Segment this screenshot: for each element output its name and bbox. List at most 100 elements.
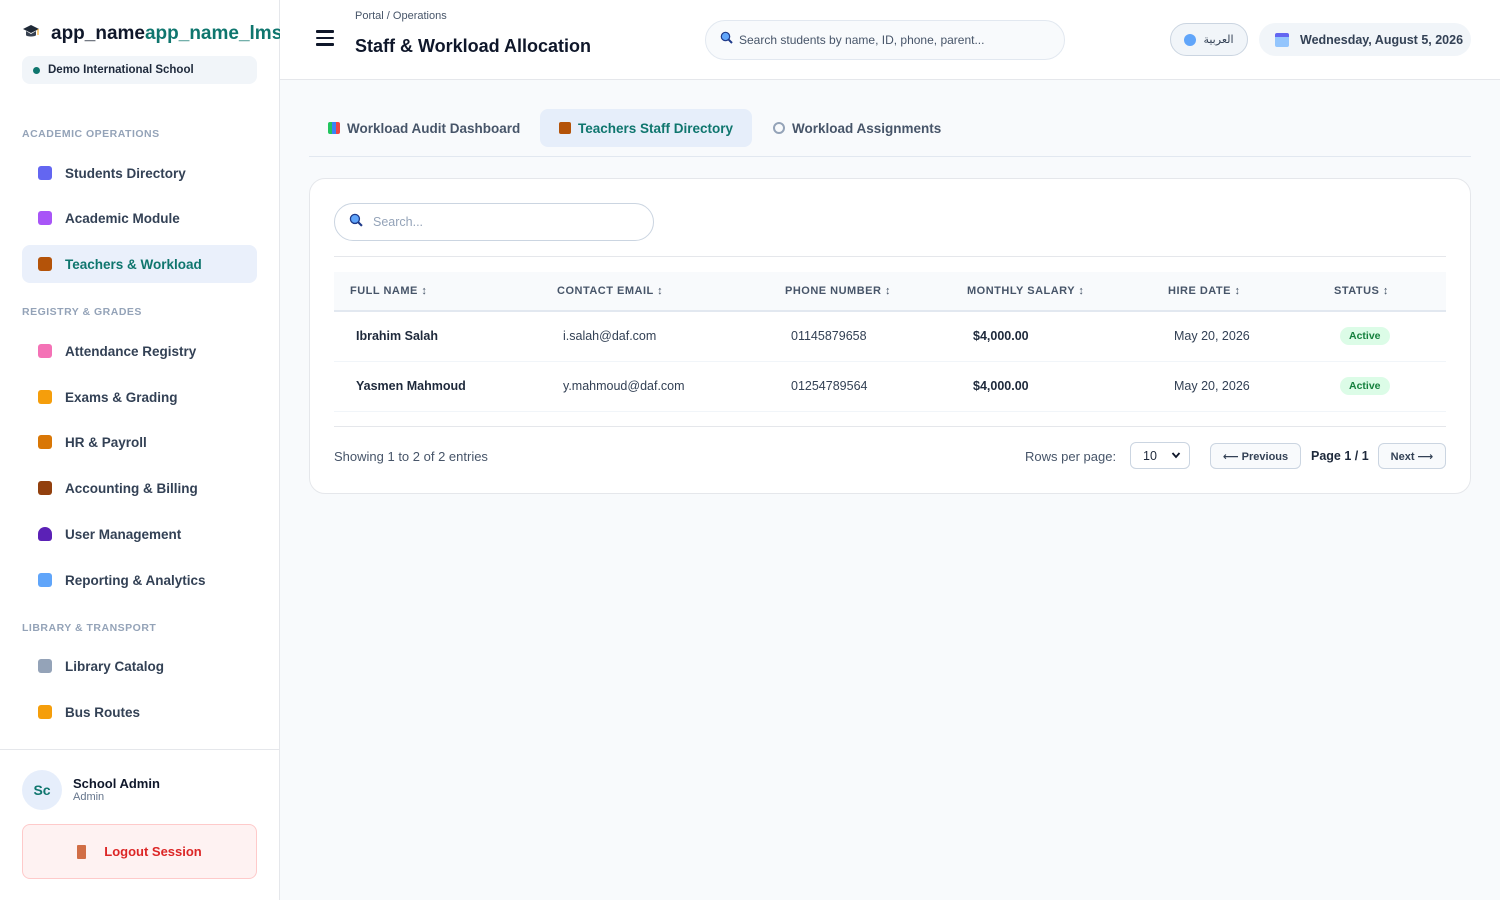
tab-workload-audit[interactable]: Workload Audit Dashboard: [309, 109, 539, 147]
cell-hire-date: May 20, 2026: [1174, 379, 1250, 393]
sidebar-item-accounting[interactable]: Accounting & Billing: [22, 469, 257, 507]
status-badge: Active: [1340, 377, 1390, 395]
cell-phone: 01254789564: [791, 379, 868, 393]
calendar-icon: [1275, 32, 1289, 47]
user-icon: [38, 527, 52, 541]
brand[interactable]: app_nameapp_name_lms: [22, 22, 280, 46]
date-text: Wednesday, August 5, 2026: [1300, 32, 1464, 47]
hr-icon: [38, 435, 52, 449]
bar-chart-icon: [328, 122, 340, 134]
attendance-icon: [38, 344, 52, 358]
sidebar-item-hr[interactable]: HR & Payroll: [22, 423, 257, 461]
avatar[interactable]: Sc: [22, 770, 62, 810]
table-search[interactable]: [334, 203, 654, 241]
globe-icon: [1184, 33, 1197, 46]
rows-per-page-label: Rows per page:: [1025, 449, 1117, 464]
app-name: app_nameapp_name_lms: [51, 23, 280, 44]
sidebar-item-users[interactable]: User Management: [22, 515, 257, 553]
sidebar-item-label: HR & Payroll: [65, 434, 147, 450]
column-header-email[interactable]: CONTACT EMAIL ↕: [541, 272, 769, 311]
students-icon: [38, 166, 52, 180]
previous-page-button[interactable]: ⟵ Previous: [1210, 443, 1301, 469]
tab-label: Workload Assignments: [792, 120, 942, 136]
rows-per-page-value: 10: [1143, 448, 1157, 463]
school-name: Demo International School: [48, 64, 194, 76]
sidebar-item-label: Exams & Grading: [65, 389, 178, 405]
section-registry-grades: REGISTRY & GRADES: [22, 306, 142, 318]
school-badge: Demo International School: [22, 56, 257, 84]
logout-button[interactable]: Logout Session: [22, 824, 257, 879]
chart-icon: [38, 573, 52, 587]
table-search-input[interactable]: [373, 215, 643, 229]
staff-directory-card: FULL NAME ↕ CONTACT EMAIL ↕ PHONE NUMBER…: [309, 178, 1471, 494]
breadcrumb: Portal / Operations: [355, 10, 447, 22]
sidebar-item-label: Bus Routes: [65, 704, 141, 720]
sidebar-item-reporting[interactable]: Reporting & Analytics: [22, 561, 257, 599]
tab-workload-assignments[interactable]: Workload Assignments: [754, 109, 960, 147]
logout-label: Logout Session: [104, 844, 202, 859]
chevron-down-icon: [1171, 450, 1181, 463]
book-open-icon: [38, 659, 52, 673]
cell-email: i.salah@daf.com: [563, 329, 657, 344]
teachers-icon: [38, 257, 52, 271]
global-search-input[interactable]: [739, 33, 1049, 47]
teachers-icon: [559, 122, 571, 134]
table-row[interactable]: Ibrahim Salah i.salah@daf.com 0114587965…: [334, 311, 1446, 361]
column-header-salary[interactable]: MONTHLY SALARY ↕: [951, 272, 1152, 311]
page-indicator: Page 1 / 1: [1311, 449, 1369, 463]
date-display: Wednesday, August 5, 2026: [1259, 23, 1471, 56]
sidebar-item-label: User Management: [65, 526, 182, 542]
column-header-status[interactable]: STATUS ↕: [1318, 272, 1446, 311]
sidebar-item-library[interactable]: Library Catalog: [22, 647, 257, 685]
sidebar: app_nameapp_name_lms Demo International …: [0, 0, 280, 900]
cell-status: Active: [1318, 361, 1446, 411]
table-row[interactable]: Yasmen Mahmoud y.mahmoud@daf.com 0125478…: [334, 361, 1446, 411]
sidebar-item-bus[interactable]: Bus Routes: [22, 693, 257, 731]
trophy-icon: [38, 390, 52, 404]
sidebar-item-label: Attendance Registry: [65, 343, 197, 359]
graduation-cap-icon: [22, 24, 40, 45]
column-header-phone[interactable]: PHONE NUMBER ↕: [769, 272, 951, 311]
cell-salary: $4,000.00: [973, 379, 1029, 393]
search-icon: [349, 213, 363, 232]
language-label: العربية: [1203, 34, 1234, 46]
user-name: School Admin: [73, 776, 160, 791]
sidebar-item-label: Academic Module: [65, 210, 180, 226]
tab-teachers-directory[interactable]: Teachers Staff Directory: [540, 109, 753, 147]
top-header: Portal / Operations Staff & Workload All…: [280, 0, 1500, 80]
status-dot: [33, 66, 40, 74]
column-header-hire-date[interactable]: HIRE DATE ↕: [1152, 272, 1318, 311]
sidebar-item-students[interactable]: Students Directory: [22, 154, 257, 192]
cell-email: y.mahmoud@daf.com: [563, 379, 685, 393]
column-header-full-name[interactable]: FULL NAME ↕: [334, 272, 541, 311]
tab-bar: Workload Audit Dashboard Teachers Staff …: [309, 109, 1471, 157]
sidebar-item-label: Reporting & Analytics: [65, 572, 206, 588]
sidebar-item-attendance[interactable]: Attendance Registry: [22, 332, 257, 370]
global-search[interactable]: [705, 20, 1065, 60]
sidebar-item-academic[interactable]: Academic Module: [22, 199, 257, 237]
language-toggle-button[interactable]: العربية: [1170, 23, 1248, 56]
divider: [334, 426, 1446, 427]
bus-icon: [38, 705, 52, 719]
divider: [334, 256, 1446, 257]
search-icon: [720, 31, 733, 49]
cell-full-name: Yasmen Mahmoud: [356, 379, 466, 393]
sidebar-item-label: Accounting & Billing: [65, 480, 198, 496]
sidebar-footer: Sc School Admin Admin Logout Session: [0, 749, 279, 900]
status-badge: Active: [1340, 327, 1390, 346]
page-title: Staff & Workload Allocation: [355, 36, 592, 56]
tab-label: Workload Audit Dashboard: [347, 120, 521, 136]
next-page-button[interactable]: Next ⟶: [1378, 443, 1446, 469]
staff-table: FULL NAME ↕ CONTACT EMAIL ↕ PHONE NUMBER…: [334, 272, 1446, 412]
entries-summary: Showing 1 to 2 of 2 entries: [334, 449, 488, 464]
cell-full-name: Ibrahim Salah: [356, 329, 438, 344]
rows-per-page-select[interactable]: 10: [1130, 442, 1190, 469]
sidebar-item-label: Library Catalog: [65, 658, 165, 674]
sidebar-item-label: Teachers & Workload: [65, 256, 202, 272]
section-library-transport: LIBRARY & TRANSPORT: [22, 622, 157, 634]
sidebar-item-label: Students Directory: [65, 165, 186, 181]
sidebar-item-teachers[interactable]: Teachers & Workload: [22, 245, 257, 283]
hamburger-menu-icon[interactable]: [316, 30, 334, 46]
cell-hire-date: May 20, 2026: [1174, 329, 1250, 344]
sidebar-item-exams[interactable]: Exams & Grading: [22, 378, 257, 416]
